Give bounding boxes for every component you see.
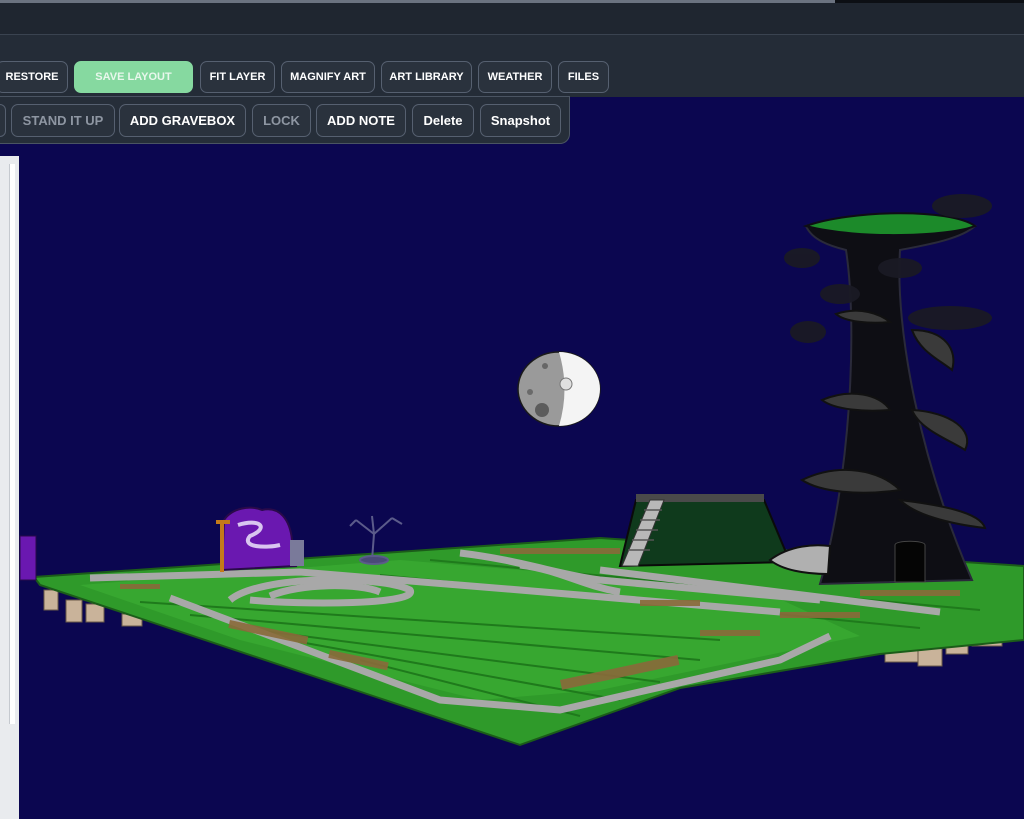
fit-layer-button[interactable]: FIT LAYER (200, 61, 275, 93)
magnify-art-button[interactable]: MAGNIFY ART (281, 61, 375, 93)
top-progress-line (0, 0, 835, 3)
delete-button[interactable]: Delete (412, 104, 474, 137)
3d-scene-canvas[interactable] (0, 144, 1024, 819)
plateau-hill (618, 494, 792, 568)
top-strip (0, 0, 1024, 35)
moon (517, 351, 601, 427)
secondary-toolbar: STAND IT UP ADD GRAVEBOX LOCK ADD NOTE D… (0, 96, 570, 144)
offscreen-button[interactable] (0, 104, 6, 137)
stand-it-up-button[interactable]: STAND IT UP (11, 104, 115, 137)
add-note-button[interactable]: ADD NOTE (316, 104, 406, 137)
files-button[interactable]: FILES (558, 61, 609, 93)
top-progress-track (835, 0, 1024, 3)
lock-button[interactable]: LOCK (252, 104, 311, 137)
main-toolbar: RESTORE SAVE LAYOUT FIT LAYER MAGNIFY AR… (0, 35, 1024, 97)
art-library-button[interactable]: ART LIBRARY (381, 61, 472, 93)
snapshot-button[interactable]: Snapshot (480, 104, 561, 137)
add-gravebox-button[interactable]: ADD GRAVEBOX (119, 104, 246, 137)
save-layout-button[interactable]: SAVE LAYOUT (74, 61, 193, 93)
left-side-panel[interactable] (0, 156, 19, 819)
restore-button[interactable]: RESTORE (0, 61, 68, 93)
weather-button[interactable]: WEATHER (478, 61, 552, 93)
panel-scrollbar[interactable] (9, 164, 15, 724)
